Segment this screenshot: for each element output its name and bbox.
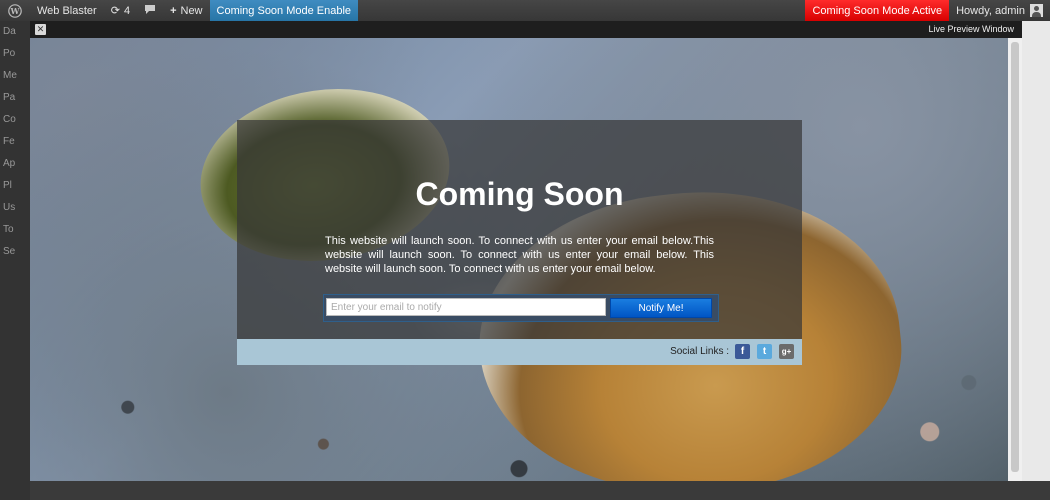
twitter-icon[interactable]: t	[757, 344, 772, 359]
email-input[interactable]	[326, 298, 606, 316]
page-edge	[1022, 21, 1050, 481]
wordpress-logo-icon[interactable]: W	[0, 0, 30, 21]
admin-bar: W Web Blaster ⟳ 4 + New Coming Soon Mode…	[0, 0, 1050, 21]
preview-titlebar: ✕ Live Preview Window	[30, 21, 1022, 38]
new-label: New	[180, 4, 203, 17]
coming-soon-card: Coming Soon This website will launch soo…	[237, 120, 802, 339]
sidebar-fragment: Se	[3, 246, 16, 257]
coming-soon-active-badge[interactable]: Coming Soon Mode Active	[805, 0, 950, 21]
comment-bubble-icon	[144, 4, 156, 18]
social-links-bar: Social Links : f t g+	[237, 339, 802, 365]
scrollbar-thumb[interactable]	[1011, 42, 1019, 472]
facebook-icon[interactable]: f	[735, 344, 750, 359]
refresh-icon: ⟳	[110, 5, 120, 17]
sidebar-fragment: Pa	[3, 92, 16, 103]
comments-link[interactable]	[137, 0, 163, 21]
sidebar-fragment: Fe	[3, 136, 15, 147]
updates-link[interactable]: ⟳ 4	[104, 0, 137, 21]
coming-soon-enable-link[interactable]: Coming Soon Mode Enable	[209, 0, 359, 21]
howdy-label: Howdy, admin	[956, 4, 1025, 17]
sidebar-fragment: To	[3, 224, 14, 235]
description-text: This website will launch soon. To connec…	[325, 235, 714, 275]
subscribe-form: Notify Me!	[323, 294, 719, 322]
pebbles-image	[30, 358, 1008, 481]
sidebar-fragment: Co	[3, 114, 16, 125]
social-links-label: Social Links :	[670, 346, 729, 357]
account-menu[interactable]: Howdy, admin	[949, 0, 1050, 21]
sidebar-fragment: Me	[3, 70, 17, 81]
sidebar-fragment: Ap	[3, 158, 16, 169]
plus-icon: +	[170, 4, 177, 17]
sidebar-fragment: Po	[3, 48, 16, 59]
admin-bar-right: Coming Soon Mode Active Howdy, admin	[805, 0, 1050, 21]
bottom-strip	[30, 481, 1050, 500]
background-image: Coming Soon This website will launch soo…	[30, 38, 1008, 481]
svg-text:W: W	[10, 6, 21, 16]
new-content-link[interactable]: + New	[163, 0, 209, 21]
preview-title: Live Preview Window	[928, 24, 1014, 34]
site-name-link[interactable]: Web Blaster	[30, 0, 104, 21]
updates-count: 4	[123, 4, 131, 17]
sidebar-fragment: Pl	[3, 180, 12, 191]
live-preview-window: ✕ Live Preview Window Coming Soon This w…	[30, 21, 1022, 481]
google-plus-icon[interactable]: g+	[779, 344, 794, 359]
sidebar-fragment: Da	[3, 26, 16, 37]
sidebar-fragment: Us	[3, 202, 16, 213]
close-icon[interactable]: ✕	[35, 24, 46, 35]
preview-scrollbar[interactable]	[1008, 38, 1022, 481]
notify-me-button[interactable]: Notify Me!	[610, 298, 712, 318]
admin-sidebar-background: Da Po Me Pa Co Fe Ap Pl Us To Se	[0, 21, 30, 500]
avatar	[1030, 4, 1043, 17]
page-title: Coming Soon	[415, 176, 624, 212]
